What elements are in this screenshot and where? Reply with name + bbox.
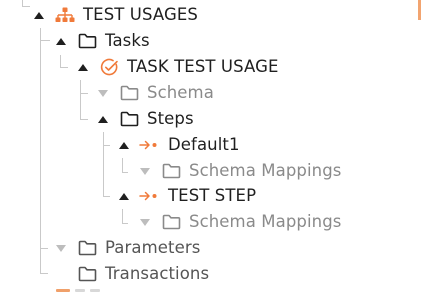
tree-node-label: Default1 [168, 135, 240, 154]
tree-node-parameters[interactable]: Parameters [52, 235, 200, 261]
tree-node-test-usages[interactable]: TEST USAGES [30, 2, 198, 28]
tree-node-schema[interactable]: Schema [94, 80, 214, 106]
hierarchy-icon [54, 4, 76, 26]
folder-icon [76, 263, 98, 285]
tree-node-label: TEST STEP [168, 186, 257, 205]
tree-node-label: Schema Mappings [189, 161, 342, 180]
expand-caret-icon[interactable] [74, 58, 92, 76]
tree-line [103, 196, 110, 197]
collapse-caret-icon[interactable] [136, 162, 154, 180]
tree-line [40, 273, 48, 274]
tree-node-transactions[interactable]: Transactions [52, 261, 209, 287]
tree-node-task-test-usage[interactable]: TASK TEST USAGE [74, 54, 279, 80]
scrollbar-thumb[interactable] [418, 0, 421, 20]
folder-icon [118, 108, 140, 130]
expand-caret-icon[interactable] [115, 187, 133, 205]
tree-node-label: Schema [147, 83, 214, 102]
tree-line [60, 67, 68, 68]
tree-line [122, 223, 128, 224]
expand-caret-icon[interactable] [94, 110, 112, 128]
tree-line [80, 80, 81, 119]
expand-caret-icon[interactable] [115, 136, 133, 154]
step-arrow-icon [139, 185, 161, 207]
folder-icon [76, 30, 98, 52]
expand-caret-icon[interactable] [52, 32, 70, 50]
tree-node-label: Steps [147, 109, 194, 128]
tree-line [122, 158, 123, 172]
tree-node-label: Parameters [105, 238, 201, 257]
collapse-caret-icon[interactable] [136, 213, 154, 231]
tree-node-test-step[interactable]: TEST STEP [115, 183, 256, 209]
folder-icon [118, 82, 140, 104]
collapse-caret-icon[interactable] [94, 84, 112, 102]
tree-node-label: Tasks [105, 31, 150, 50]
folder-icon [160, 160, 182, 182]
tree-node-label: Transactions [105, 264, 210, 283]
tree-line [103, 145, 110, 146]
tree-line [122, 209, 123, 223]
tree-line [80, 93, 88, 94]
tree-node-schema-mappings[interactable]: Schema Mappings [136, 209, 342, 235]
tree-line [60, 55, 61, 67]
tree-line [40, 248, 48, 249]
tree-node-default1[interactable]: Default1 [115, 132, 240, 158]
tree-node-label: TASK TEST USAGE [127, 57, 279, 76]
tree-line [22, 6, 30, 7]
cut-off-tree-node [56, 289, 100, 292]
tree-node-label: TEST USAGES [83, 5, 198, 24]
tree-line [40, 28, 41, 274]
tree-node-schema-mappings[interactable]: Schema Mappings [136, 158, 342, 184]
tree-line [103, 132, 104, 196]
tree-node-steps[interactable]: Steps [94, 106, 194, 132]
tree-node-label: Schema Mappings [189, 212, 342, 231]
folder-icon [76, 237, 98, 259]
task-check-icon [98, 56, 120, 78]
collapse-caret-icon[interactable] [52, 239, 70, 257]
expand-caret-icon[interactable] [30, 6, 48, 24]
tree-node-tasks[interactable]: Tasks [52, 28, 150, 54]
tree-line [122, 172, 128, 173]
tree-line [40, 40, 50, 41]
folder-icon [160, 211, 182, 233]
step-arrow-icon [139, 134, 161, 156]
tree-line [80, 119, 88, 120]
